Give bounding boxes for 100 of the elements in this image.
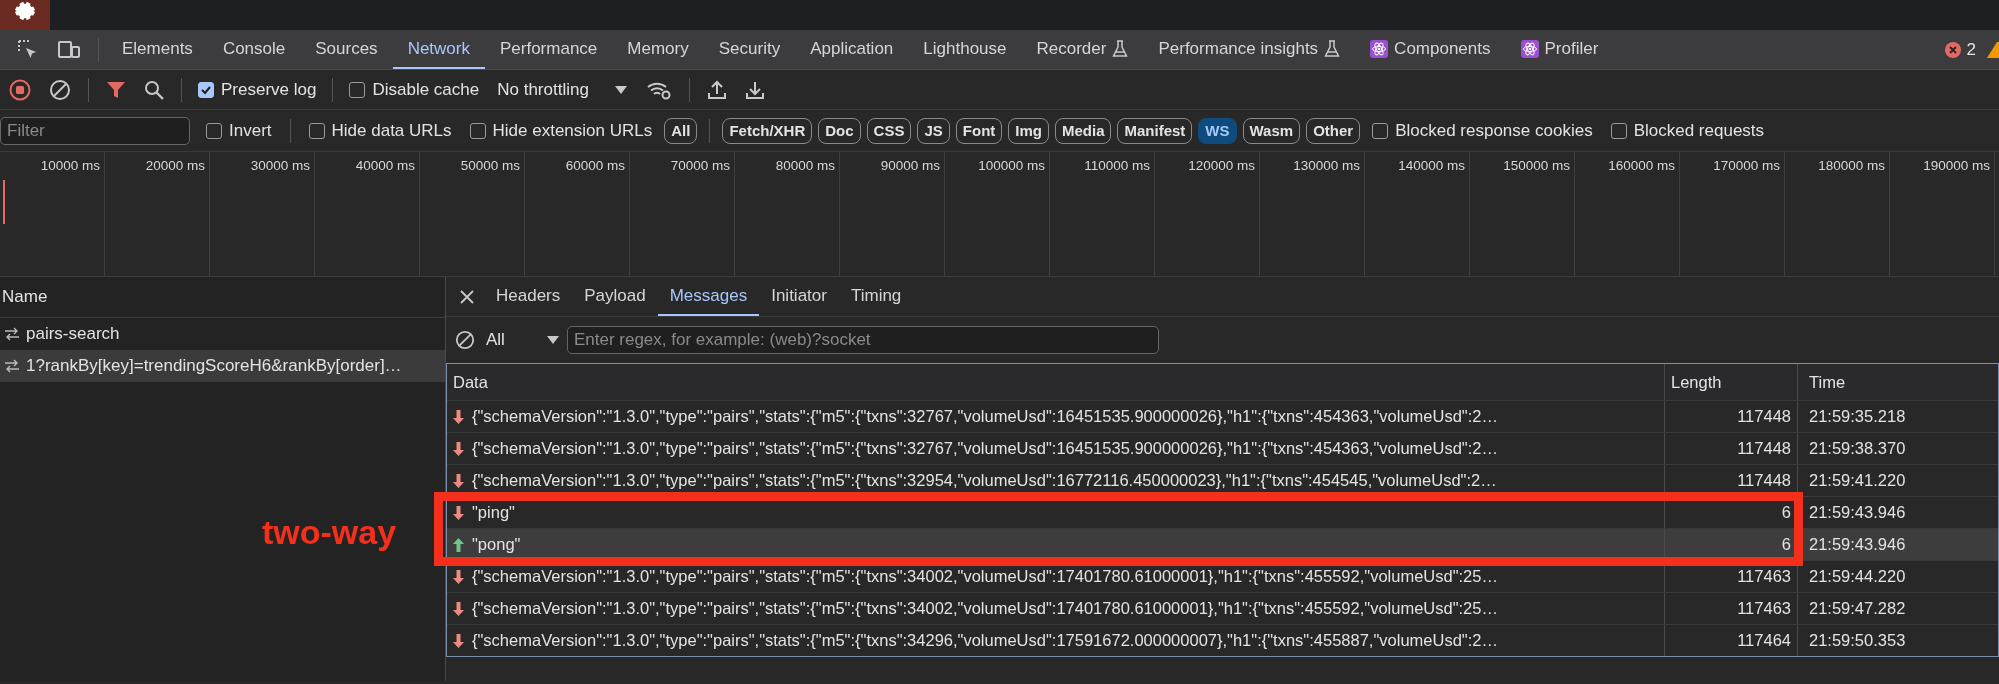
caret-icon: [614, 84, 627, 95]
react-icon: [1370, 39, 1389, 58]
checkbox[interactable]: [206, 122, 222, 139]
checkbox[interactable]: [349, 81, 366, 98]
column-header[interactable]: Time: [1798, 364, 1998, 400]
checkbox[interactable]: [198, 81, 214, 98]
message-data: {"schemaVersion":"1.3.0","type":"pairs","stats":{"m5":{"txns":34002,"volumeUsd":17401780.61000001},"h1":{"txns":455592,"volumeUsd":25…: [472, 567, 1498, 586]
detail-tab[interactable]: Headers: [484, 277, 573, 316]
flask-icon: [1112, 39, 1129, 58]
panel-tab[interactable]: Components: [1355, 30, 1506, 69]
filter-checkbox[interactable]: Blocked requests: [1610, 120, 1765, 141]
time-tick: 60000 ms: [565, 158, 625, 173]
type-filter-button[interactable]: Img: [1008, 117, 1049, 144]
panel-tab[interactable]: Performance insights: [1143, 30, 1356, 69]
type-filter-button[interactable]: Wasm: [1242, 117, 1301, 144]
panel-tab[interactable]: Memory: [612, 30, 704, 69]
regex-field[interactable]: Enter regex, for example: (web)?socket: [566, 326, 1159, 354]
clear-icon[interactable]: [49, 78, 71, 101]
message-type-dropdown[interactable]: All: [484, 330, 567, 350]
type-filter-button[interactable]: Other: [1306, 117, 1361, 144]
disable-cache-checkbox[interactable]: Disable cache: [349, 79, 480, 100]
type-filter-button[interactable]: CSS: [866, 117, 912, 144]
message-row[interactable]: {"schemaVersion":"1.3.0","type":"pairs","stats":{"m5":{"txns":32767,"volumeUsd":16451535.900000026},"h1":{"txns":454363,"volumeUsd":2… 117448 21:59:38.370: [447, 433, 1998, 465]
error-count[interactable]: 2: [1966, 39, 1976, 60]
panel-tab[interactable]: Lighthouse: [908, 30, 1022, 69]
filter-icon[interactable]: [106, 79, 126, 100]
checkbox[interactable]: [469, 122, 486, 139]
time-tick: 130000 ms: [1293, 158, 1360, 173]
detail-tab[interactable]: Payload: [572, 277, 658, 316]
checkbox[interactable]: [1610, 122, 1627, 139]
time-tick: 160000 ms: [1608, 158, 1675, 173]
panel-tab[interactable]: Elements: [107, 30, 208, 69]
message-data: {"schemaVersion":"1.3.0","type":"pairs","stats":{"m5":{"txns":32954,"volumeUsd":16772116.450000023},"h1":{"txns":454545,"volumeUsd":2…: [472, 471, 1497, 490]
time-tick: 30000 ms: [250, 158, 310, 173]
filter-field[interactable]: Filter: [0, 116, 190, 145]
type-filter-button[interactable]: JS: [917, 117, 950, 144]
message-length: 117448: [1737, 407, 1791, 426]
stop-recording-icon[interactable]: [9, 78, 31, 101]
type-filter-button[interactable]: Manifest: [1117, 117, 1193, 144]
time-tick: 10000 ms: [40, 158, 100, 173]
device-icon[interactable]: [57, 38, 81, 61]
type-filter-button[interactable]: Doc: [818, 117, 861, 144]
message-time: 21:59:35.218: [1809, 407, 1906, 426]
panel-tab[interactable]: Sources: [300, 30, 393, 69]
throttling-dropdown[interactable]: No throttling: [487, 79, 637, 100]
time-tick: 70000 ms: [670, 158, 730, 173]
column-header[interactable]: Data: [447, 364, 1665, 400]
filter-checkbox[interactable]: Invert: [206, 120, 272, 141]
message-data: {"schemaVersion":"1.3.0","type":"pairs","stats":{"m5":{"txns":32767,"volumeUsd":16451535.900000026},"h1":{"txns":454363,"volumeUsd":2…: [472, 439, 1498, 458]
panel-tab[interactable]: Security: [703, 30, 796, 69]
filter-checkbox[interactable]: Blocked response cookies: [1372, 120, 1593, 141]
message-time: 21:59:41.220: [1809, 471, 1906, 490]
message-time: 21:59:44.220: [1809, 567, 1906, 586]
annotation-label: two-way: [262, 513, 397, 552]
request-row[interactable]: 1?rankBy[key]=trendingScoreH6&rankBy[order]…: [0, 350, 445, 382]
clear-icon[interactable]: [455, 330, 475, 350]
time-tick: 20000 ms: [145, 158, 205, 173]
panel-tab[interactable]: Console: [207, 30, 301, 69]
timeline-overview[interactable]: 10000 ms 20000 ms 30000 ms 40000 ms 50000 ms 60000 ms 70000 ms 80000 ms 90000 ms 100000 ms 110000 ms 120000 ms 130000 ms 140000 ms 150000 ms 160000 ms 170000 ms 180000 ms 190000 ms: [0, 152, 1999, 277]
message-row[interactable]: {"schemaVersion":"1.3.0","type":"pairs","stats":{"m5":{"txns":32767,"volumeUsd":16451535.900000026},"h1":{"txns":454363,"volumeUsd":2… 117448 21:59:35.218: [447, 401, 1998, 433]
preserve-log-checkbox[interactable]: Preserve log: [198, 79, 317, 100]
time-tick: 100000 ms: [978, 158, 1045, 173]
filter-checkbox[interactable]: Hide extension URLs: [469, 120, 653, 141]
close-icon[interactable]: [459, 288, 475, 305]
column-header[interactable]: Length: [1665, 364, 1798, 400]
request-row[interactable]: pairs-search: [0, 318, 445, 350]
message-row[interactable]: {"schemaVersion":"1.3.0","type":"pairs","stats":{"m5":{"txns":34002,"volumeUsd":17401780.61000001},"h1":{"txns":455592,"volumeUsd":25… 117463 21:59:47.282: [447, 593, 1998, 625]
websocket-icon: [4, 327, 20, 341]
column-header[interactable]: Name: [2, 287, 48, 307]
type-filter-button[interactable]: Fetch/XHR: [722, 117, 813, 144]
message-length: 117464: [1737, 631, 1791, 650]
detail-tab[interactable]: Initiator: [759, 277, 839, 316]
message-data: {"schemaVersion":"1.3.0","type":"pairs","stats":{"m5":{"txns":32767,"volumeUsd":16451535.900000026},"h1":{"txns":454363,"volumeUsd":2…: [472, 407, 1498, 426]
checkbox[interactable]: [308, 122, 325, 139]
detail-tab[interactable]: Timing: [838, 277, 914, 316]
message-data: {"schemaVersion":"1.3.0","type":"pairs","stats":{"m5":{"txns":34296,"volumeUsd":17591672.000000007},"h1":{"txns":455887,"volumeUsd":2…: [472, 631, 1498, 650]
checkbox[interactable]: [1372, 122, 1389, 139]
panel-tab[interactable]: Application: [795, 30, 909, 69]
upload-icon[interactable]: [706, 78, 727, 101]
message-length: 117463: [1737, 567, 1791, 586]
filter-checkbox[interactable]: Hide data URLs: [308, 120, 452, 141]
type-filter-button[interactable]: WS: [1198, 117, 1237, 144]
panel-tab[interactable]: Profiler: [1505, 30, 1614, 69]
search-icon[interactable]: [144, 79, 164, 100]
type-filter-button[interactable]: All: [664, 117, 698, 144]
message-time: 21:59:50.353: [1809, 631, 1906, 650]
time-tick: 150000 ms: [1503, 158, 1570, 173]
detail-tab[interactable]: Messages: [657, 277, 760, 316]
type-filter-button[interactable]: Font: [955, 117, 1003, 144]
panel-tab[interactable]: Recorder: [1021, 30, 1144, 69]
type-filter-button[interactable]: Media: [1054, 117, 1112, 144]
time-tick: 190000 ms: [1923, 158, 1990, 173]
message-time: 21:59:43.946: [1809, 535, 1906, 554]
message-data: "pong": [472, 535, 521, 554]
time-tick: 110000 ms: [1084, 158, 1150, 173]
react-icon: [1520, 39, 1539, 58]
caret-icon: [546, 335, 559, 345]
time-tick: 180000 ms: [1818, 158, 1885, 173]
time-tick: 50000 ms: [460, 158, 520, 173]
panel-tab[interactable]: Performance: [485, 30, 613, 69]
